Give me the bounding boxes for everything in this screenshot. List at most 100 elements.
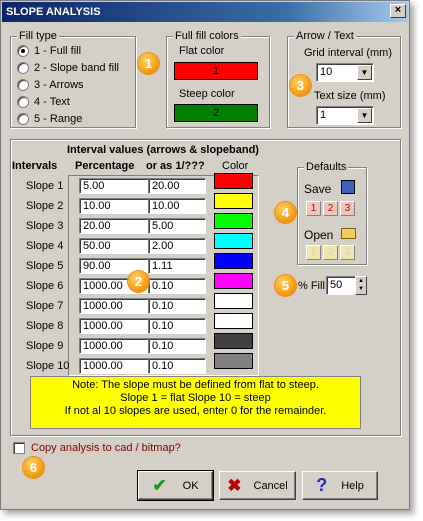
radio-label: 4 - Text	[34, 96, 70, 108]
percentage-input[interactable]: 10.00	[79, 198, 150, 214]
ratio-input[interactable]: 1.11	[148, 258, 206, 274]
slope-color-swatch[interactable]	[214, 253, 253, 269]
percentage-input[interactable]: 20.00	[79, 218, 150, 234]
save-slot-2-button[interactable]: 2	[323, 201, 338, 216]
percentage-input[interactable]: 1000.00	[79, 358, 150, 374]
percentage-input[interactable]: 1000.00	[79, 318, 150, 334]
slope-label: Slope 8	[26, 320, 64, 332]
save-slot-3-button[interactable]: 3	[340, 201, 355, 216]
slope-color-swatch[interactable]	[214, 313, 253, 329]
radio-button[interactable]	[17, 96, 29, 108]
note-line-2: Slope 1 = flat Slope 10 = steep	[120, 392, 271, 404]
radio-button[interactable]	[17, 79, 29, 91]
slope-color-swatch[interactable]	[214, 273, 253, 289]
radio-slope-band-fill[interactable]: 2 - Slope band fill	[17, 60, 119, 76]
col-ratio: or as 1/???	[146, 160, 205, 172]
ratio-input[interactable]: 0.10	[148, 318, 206, 334]
percentage-input[interactable]: 5.00	[79, 178, 150, 194]
chevron-down-icon[interactable]: ▼	[357, 108, 372, 123]
interval-values-title: Interval values (arrows & slopeband)	[67, 144, 259, 156]
flat-color-label: Flat color	[179, 45, 225, 57]
callout-badge-6: 6	[23, 457, 44, 478]
callout-badge-4: 4	[275, 202, 296, 223]
radio-button[interactable]	[17, 62, 29, 74]
fill-percent-value: 50	[330, 279, 343, 291]
open-slot-3-button[interactable]: 3	[340, 245, 355, 260]
grid-interval-select[interactable]: 10 ▼	[316, 63, 374, 82]
defaults-title: Defaults	[304, 161, 349, 173]
copy-analysis-checkbox[interactable]	[13, 442, 25, 454]
note-box: Note: The slope must be defined from fla…	[30, 376, 361, 429]
slope-color-swatch[interactable]	[214, 293, 253, 309]
radio-label: 1 - Full fill	[34, 45, 82, 57]
fill-percent-input[interactable]: 50	[326, 276, 356, 295]
radio-range[interactable]: 5 - Range	[17, 111, 82, 127]
ratio-input[interactable]: 0.10	[148, 278, 206, 294]
ratio-input[interactable]: 5.00	[148, 218, 206, 234]
ratio-input[interactable]: 2.00	[148, 238, 206, 254]
ratio-input[interactable]: 0.10	[148, 298, 206, 314]
cancel-button[interactable]: ✖ Cancel	[219, 471, 296, 500]
window-title: SLOPE ANALYSIS	[6, 6, 101, 18]
radio-text[interactable]: 4 - Text	[17, 94, 70, 110]
radio-label: 3 - Arrows	[34, 79, 84, 91]
text-size-value: 1	[320, 109, 327, 121]
note-line-1: Note: The slope must be defined from fla…	[72, 379, 319, 391]
radio-label: 5 - Range	[34, 113, 83, 125]
slope-label: Slope 7	[26, 300, 64, 312]
percentage-input[interactable]: 1000.00	[79, 298, 150, 314]
steep-color-swatch[interactable]: 2	[174, 104, 258, 122]
slope-color-swatch[interactable]	[214, 353, 253, 369]
steep-color-label: Steep color	[179, 88, 235, 100]
flat-color-swatch[interactable]: 1	[174, 62, 258, 80]
full-fill-colors-title: Full fill colors	[173, 30, 241, 42]
callout-badge-3: 3	[290, 75, 311, 96]
radio-full-fill[interactable]: 1 - Full fill	[17, 43, 81, 59]
help-button[interactable]: ? Help	[302, 471, 378, 500]
close-icon[interactable]: ×	[390, 4, 406, 18]
slope-label: Slope 4	[26, 240, 64, 252]
chevron-down-icon[interactable]: ▼	[357, 65, 372, 80]
cancel-button-label: Cancel	[253, 479, 288, 492]
col-color: Color	[222, 160, 249, 172]
open-slot-2-button[interactable]: 2	[323, 245, 338, 260]
text-size-select[interactable]: 1 ▼	[316, 106, 374, 125]
radio-button[interactable]	[17, 113, 29, 125]
radio-button[interactable]	[17, 45, 29, 57]
grid-interval-value: 10	[320, 66, 333, 78]
percentage-input[interactable]: 50.00	[79, 238, 150, 254]
slope-label: Slope 10	[26, 360, 70, 372]
slope-label: Slope 6	[26, 280, 64, 292]
slope-color-swatch[interactable]	[214, 333, 253, 349]
help-button-label: Help	[341, 479, 364, 492]
fill-type-title: Fill type	[17, 30, 59, 42]
slope-color-swatch[interactable]	[214, 233, 253, 249]
save-slot-1-button[interactable]: 1	[306, 201, 321, 216]
slope-label: Slope 3	[26, 220, 64, 232]
slope-label: Slope 2	[26, 200, 64, 212]
slope-analysis-window: SLOPE ANALYSIS × Fill type 1 - Full fill…	[0, 0, 410, 510]
ok-button-label: OK	[182, 479, 199, 492]
slope-color-swatch[interactable]	[214, 213, 253, 229]
radio-arrows[interactable]: 3 - Arrows	[17, 77, 84, 93]
fill-percent-spinner[interactable]: ▲ ▼	[355, 276, 367, 295]
defaults-group: Defaults Save 1 2 3 Open 1 2 3	[297, 161, 367, 265]
ok-button[interactable]: ✔ OK	[137, 470, 214, 501]
folder-icon[interactable]	[341, 228, 356, 239]
ratio-input[interactable]: 0.10	[148, 338, 206, 354]
floppy-disk-icon[interactable]	[341, 180, 355, 194]
ratio-input[interactable]: 20.00	[148, 178, 206, 194]
slope-label: Slope 9	[26, 340, 64, 352]
col-intervals: Intervals	[12, 160, 58, 172]
full-fill-colors-group: Full fill colors Flat color 1 Steep colo…	[166, 30, 270, 128]
ratio-input[interactable]: 10.00	[148, 198, 206, 214]
callout-badge-5: 5	[275, 275, 296, 296]
text-size-label: Text size (mm)	[314, 90, 386, 102]
copy-analysis-label[interactable]: Copy analysis to cad / bitmap?	[31, 442, 181, 454]
percentage-input[interactable]: 1000.00	[79, 338, 150, 354]
slope-color-swatch[interactable]	[214, 173, 253, 189]
open-slot-1-button[interactable]: 1	[306, 245, 321, 260]
slope-color-swatch[interactable]	[214, 193, 253, 209]
checkmark-icon: ✔	[152, 475, 167, 495]
ratio-input[interactable]: 0.10	[148, 358, 206, 374]
